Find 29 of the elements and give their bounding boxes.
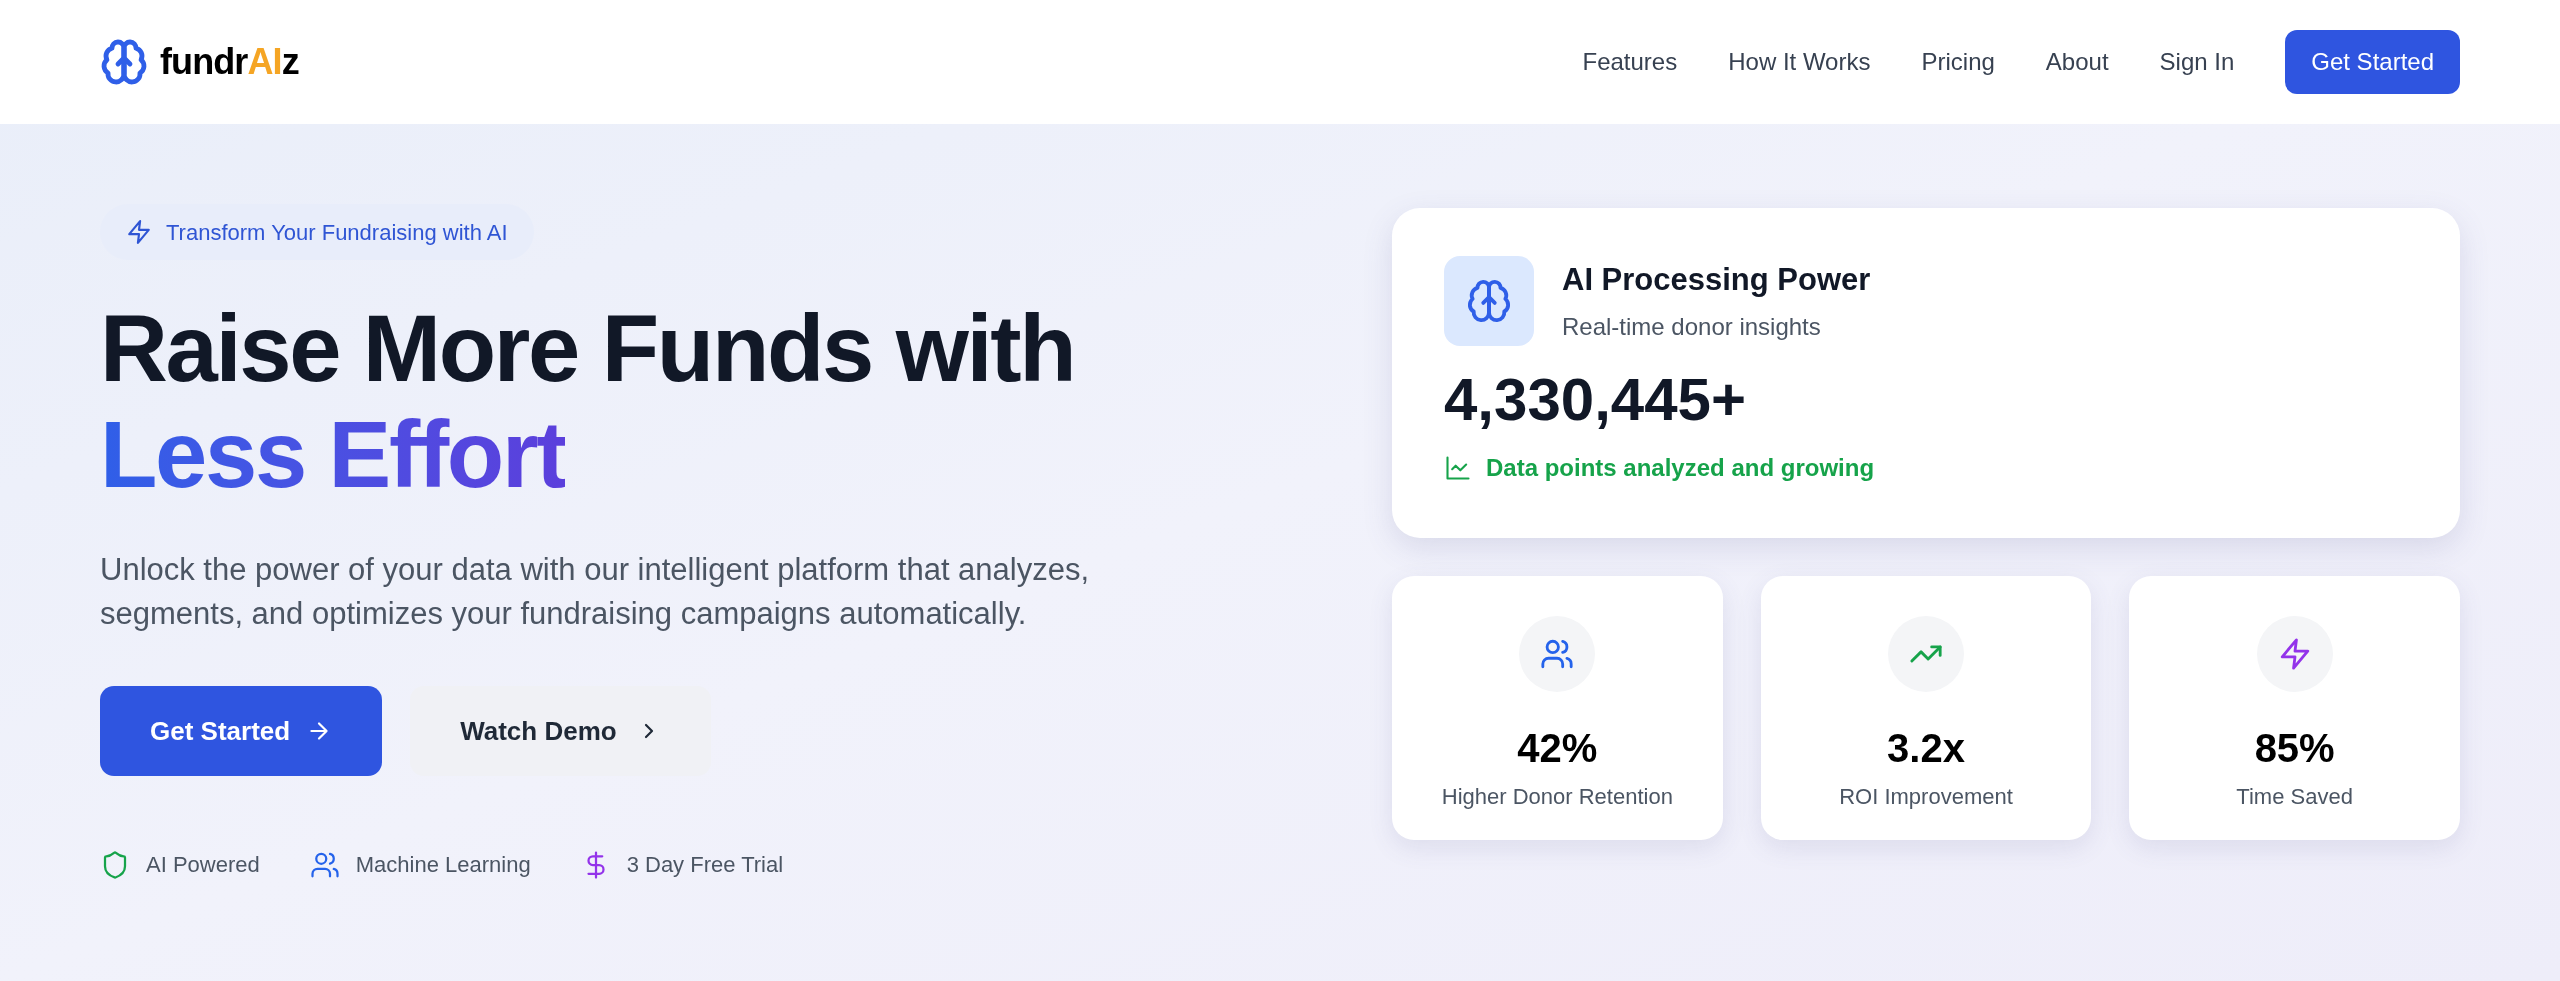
- feature-label: AI Powered: [146, 851, 260, 879]
- logo-text[interactable]: fundrAIz: [160, 35, 299, 89]
- nav-link[interactable]: Features: [1582, 44, 1678, 80]
- headline: Raise More Funds with Less Effort: [100, 296, 1075, 508]
- feature-label: Machine Learning: [355, 851, 531, 879]
- nav-link[interactable]: Sign In: [2159, 44, 2235, 80]
- feature-label: 3 Day Free Trial: [626, 851, 784, 879]
- brain-icon: [100, 38, 148, 86]
- hero-description: Unlock the power of your data with our intelligent platform that analyzes, segments, and optimizes your fundraising campaigns automatically.: [100, 551, 1091, 633]
- stat-label: Higher Donor Retention: [1441, 783, 1673, 811]
- growth-note: Data points analyzed and growing: [1486, 453, 1875, 483]
- line-chart-icon: [1444, 454, 1472, 482]
- watch-demo-button[interactable]: Watch Demo: [410, 686, 711, 776]
- data-points-count: 4,330,445+: [1444, 365, 1747, 435]
- nav-link[interactable]: About: [2045, 44, 2109, 80]
- card-subtitle: Real-time donor insights: [1562, 312, 1822, 343]
- tagline-badge: Transform Your Fundraising with AI: [100, 204, 534, 260]
- stat-value: 85%: [2254, 725, 2335, 772]
- get-started-button[interactable]: Get Started: [2285, 30, 2460, 94]
- card-title: AI Processing Power: [1562, 260, 1871, 299]
- nav-link[interactable]: How It Works: [1728, 44, 1871, 80]
- nav-link[interactable]: Pricing: [1921, 44, 1995, 80]
- get-started-button[interactable]: Get Started: [100, 686, 383, 776]
- stat-label: ROI Improvement: [1839, 783, 2013, 811]
- stat-value: 3.2x: [1887, 725, 1965, 772]
- stat-value: 42%: [1517, 725, 1598, 772]
- stat-label: Time Saved: [2236, 783, 2353, 811]
- lightning-icon: [126, 219, 152, 245]
- brain-icon: [1444, 256, 1534, 346]
